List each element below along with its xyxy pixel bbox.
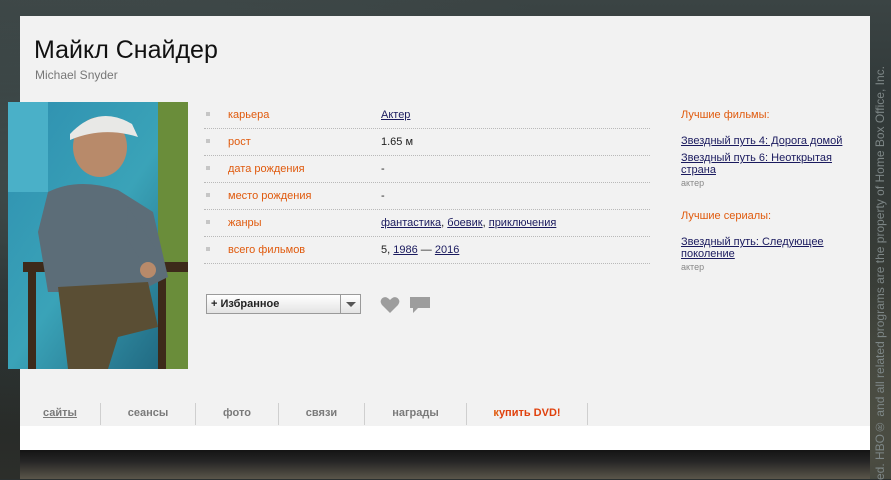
info-value: 1.65 м — [381, 136, 414, 148]
tab-photo[interactable]: фото — [196, 403, 278, 425]
info-label: рост — [228, 136, 251, 148]
career-link[interactable]: Актер — [381, 109, 410, 121]
best-series-link[interactable]: Звездный путь: Следующее поколение — [681, 236, 824, 260]
bullet-icon — [206, 139, 210, 143]
best-films-title: Лучшие фильмы: — [681, 109, 770, 121]
bullet-icon — [206, 220, 210, 224]
copyright-side-text: ed. HBO® and all related programs are th… — [873, 66, 887, 480]
info-row-total-films: всего фильмов 5, 1986 — 2016 — [204, 237, 650, 264]
bullet-icon — [206, 193, 210, 197]
bullet-icon — [206, 247, 210, 251]
info-row-career: карьера Актер — [204, 102, 650, 129]
info-row-birth-date: дата рождения - — [204, 156, 650, 183]
person-name-en: Michael Snyder — [35, 68, 118, 82]
chevron-down-icon — [346, 302, 356, 307]
bottom-dark-banner — [20, 450, 870, 479]
year-to-link[interactable]: 2016 — [435, 244, 459, 256]
info-row-genres: жанры фантастика, боевик, приключения — [204, 210, 650, 237]
info-row-height: рост 1.65 м — [204, 129, 650, 156]
tab-awards[interactable]: награды — [365, 403, 466, 425]
tab-dvd-label: упить DVD! — [498, 407, 561, 419]
bottom-strip — [20, 426, 870, 450]
info-label: всего фильмов — [228, 244, 306, 256]
year-dash: — — [420, 244, 432, 256]
info-value: - — [381, 190, 385, 202]
best-films: Лучшие фильмы: Звездный путь 4: Дорога д… — [681, 109, 861, 192]
role-text: актер — [681, 178, 705, 188]
best-film-link[interactable]: Звездный путь 4: Дорога домой — [681, 135, 842, 147]
info-label: дата рождения — [228, 163, 305, 175]
genre-link[interactable]: боевик — [447, 217, 482, 229]
tab-links[interactable]: связи — [279, 403, 364, 425]
heart-icon[interactable] — [380, 296, 400, 314]
tab-divider — [587, 403, 588, 425]
info-label: карьера — [228, 109, 270, 121]
genre-link[interactable]: приключения — [489, 217, 557, 229]
films-count: 5, — [381, 244, 391, 256]
info-label: жанры — [228, 217, 262, 229]
tab-buy-dvd[interactable]: купить DVD! — [467, 403, 587, 425]
tab-bar: сайты сеансы фото связи награды купить D… — [20, 403, 870, 425]
year-from-link[interactable]: 1986 — [393, 244, 417, 256]
favorites-dropdown[interactable]: + Избранное — [206, 294, 361, 314]
role-text: актер — [681, 262, 705, 272]
genre-link[interactable]: фантастика — [381, 217, 441, 229]
info-value: - — [381, 163, 385, 175]
bullet-icon — [206, 112, 210, 116]
tab-sessions[interactable]: сеансы — [101, 403, 195, 425]
favorites-label: + Избранное — [211, 298, 280, 310]
info-label: место рождения — [228, 190, 312, 202]
best-film-link[interactable]: Звездный путь 6: Неоткрытая страна — [681, 152, 832, 176]
info-row-birth-place: место рождения - — [204, 183, 650, 210]
best-series: Лучшие сериалы: Звездный путь: Следующее… — [681, 210, 861, 276]
person-name-ru: Майкл Снайдер — [34, 36, 218, 64]
bullet-icon — [206, 166, 210, 170]
dropdown-arrow-button[interactable] — [340, 295, 360, 313]
best-series-title: Лучшие сериалы: — [681, 210, 772, 222]
tab-sites[interactable]: сайты — [20, 403, 100, 425]
info-table: карьера Актер рост 1.65 м дата рождения … — [204, 102, 650, 264]
comment-icon[interactable] — [409, 296, 431, 314]
person-photo[interactable] — [8, 102, 188, 369]
